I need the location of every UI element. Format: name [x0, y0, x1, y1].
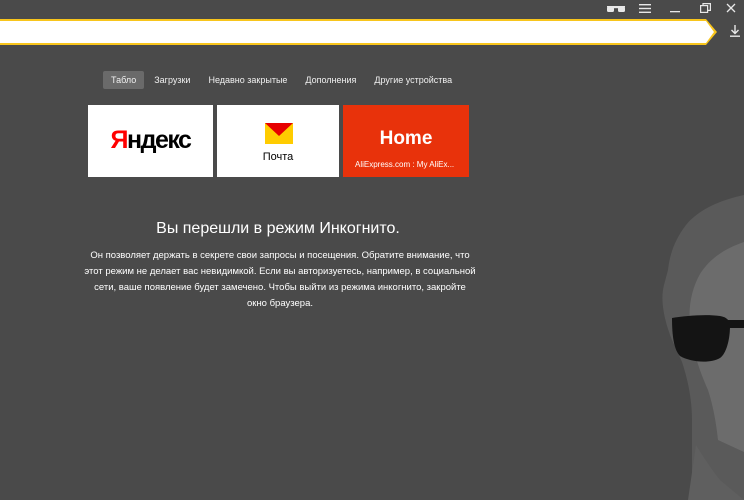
title-bar	[0, 0, 744, 16]
incognito-title: Вы перешли в режим Инкогнито.	[156, 220, 400, 237]
incognito-description: Он позволяет держать в секрете свои запр…	[84, 250, 476, 309]
address-input[interactable]	[0, 21, 706, 43]
tile-aliexpress[interactable]: Home AliExpress.com : My AliEx...	[343, 105, 469, 177]
mail-envelope-icon	[265, 123, 293, 144]
incognito-mascot-illustration	[662, 195, 744, 500]
close-icon[interactable]	[720, 0, 742, 16]
tile-yandex[interactable]: Яндекс	[88, 105, 213, 177]
tile-aliexpress-subtitle: AliExpress.com : My AliEx...	[355, 160, 455, 169]
download-icon[interactable]	[727, 22, 743, 42]
address-bar[interactable]	[0, 19, 718, 45]
yandex-logo: Яндекс	[110, 126, 192, 154]
tab-recently-closed[interactable]: Недавно закрытые	[200, 71, 295, 89]
tableau-tabs: Табло Загрузки Недавно закрытые Дополнен…	[103, 71, 462, 89]
tile-aliexpress-title: Home	[379, 128, 433, 149]
tab-extensions[interactable]: Дополнения	[297, 71, 364, 89]
tab-other-devices[interactable]: Другие устройства	[366, 71, 460, 89]
tab-tablo[interactable]: Табло	[103, 71, 145, 89]
minimize-icon[interactable]	[664, 0, 686, 16]
hamburger-menu-icon[interactable]	[634, 0, 656, 16]
mail-label: Почта	[262, 151, 294, 163]
tile-mail[interactable]: Почта	[217, 105, 339, 177]
tab-downloads[interactable]: Загрузки	[146, 71, 198, 89]
restore-icon[interactable]	[694, 0, 716, 16]
glasses-icon[interactable]	[604, 0, 628, 16]
